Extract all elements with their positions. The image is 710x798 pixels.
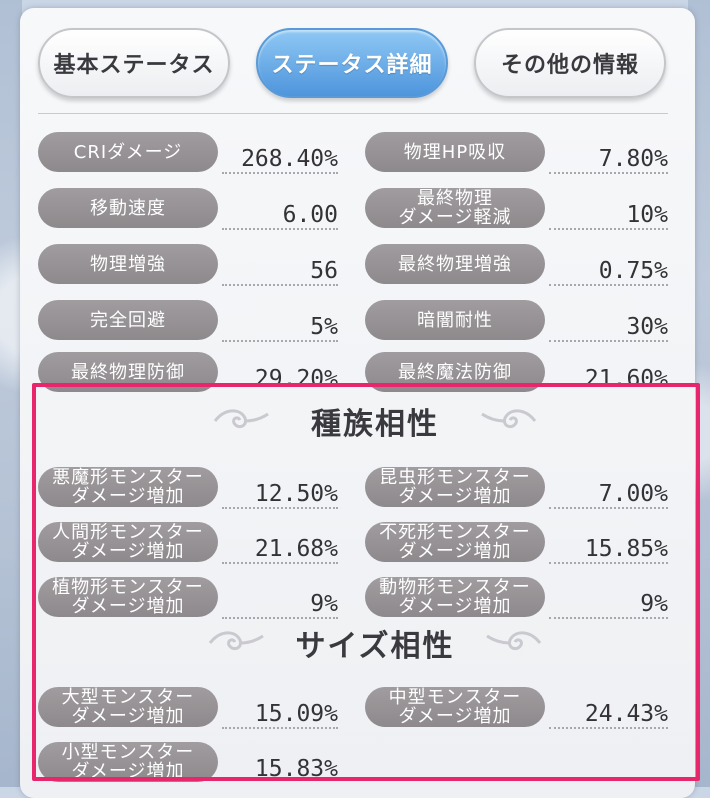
stat-label: 物理増強 bbox=[38, 244, 218, 284]
tab-status-detail[interactable]: ステータス詳細 bbox=[256, 28, 448, 98]
stat-label-line: 最終物理 bbox=[416, 188, 493, 209]
stat-row: 移動速度 6.00 bbox=[38, 184, 338, 232]
stat-value: 6.00 bbox=[282, 202, 338, 228]
stat-row: 物理HP吸収 7.80% bbox=[365, 128, 668, 176]
stat-label: 最終物理増強 bbox=[365, 244, 545, 284]
stat-value: 268.40% bbox=[241, 146, 338, 172]
stat-label: 暗闇耐性 bbox=[365, 300, 545, 340]
stat-row: 最終物理増強 0.75% bbox=[365, 240, 668, 288]
dotted-line bbox=[549, 340, 668, 342]
dotted-line bbox=[549, 284, 668, 286]
dotted-line bbox=[549, 172, 668, 174]
tab-label: その他の情報 bbox=[500, 53, 639, 78]
tab-label: 基本ステータス bbox=[53, 53, 215, 78]
dotted-line bbox=[222, 228, 338, 230]
divider bbox=[38, 113, 668, 114]
dotted-line bbox=[222, 284, 338, 286]
stat-label: CRIダメージ bbox=[38, 132, 218, 172]
tab-label: ステータス詳細 bbox=[271, 53, 433, 78]
dotted-line bbox=[222, 172, 338, 174]
stat-row: 完全回避 5% bbox=[38, 296, 338, 344]
dotted-line bbox=[549, 228, 668, 230]
stat-label: 最終物理 ダメージ軽減 bbox=[365, 188, 545, 228]
stat-row: 最終物理 ダメージ軽減 10% bbox=[365, 184, 668, 232]
stat-row: 暗闇耐性 30% bbox=[365, 296, 668, 344]
stat-value: 5% bbox=[310, 314, 338, 340]
stat-label: 移動速度 bbox=[38, 188, 218, 228]
stat-label: 物理HP吸収 bbox=[365, 132, 545, 172]
tab-basic-status[interactable]: 基本ステータス bbox=[38, 28, 230, 98]
highlight-frame bbox=[32, 383, 700, 781]
stat-row: 物理増強 56 bbox=[38, 240, 338, 288]
stat-value: 7.80% bbox=[598, 146, 668, 172]
stat-value: 30% bbox=[626, 314, 668, 340]
stat-value: 0.75% bbox=[598, 258, 668, 284]
tab-other-info[interactable]: その他の情報 bbox=[474, 28, 666, 98]
stat-label-line: ダメージ軽減 bbox=[398, 207, 512, 228]
stat-value: 56 bbox=[310, 258, 338, 284]
stat-row: CRIダメージ 268.40% bbox=[38, 128, 338, 176]
stat-label: 完全回避 bbox=[38, 300, 218, 340]
stat-value: 10% bbox=[626, 202, 668, 228]
dotted-line bbox=[222, 340, 338, 342]
